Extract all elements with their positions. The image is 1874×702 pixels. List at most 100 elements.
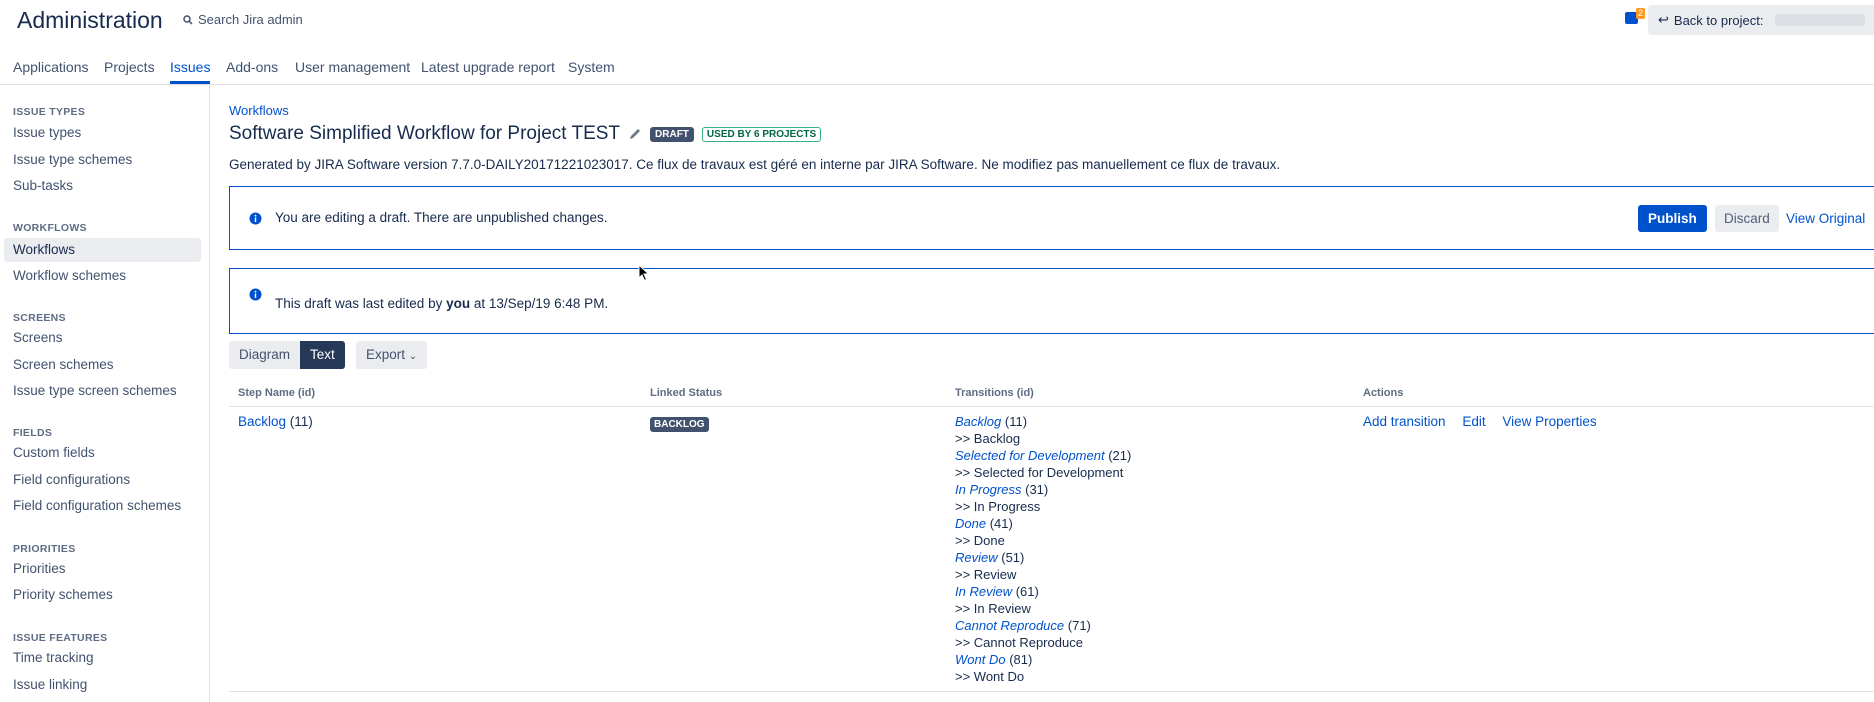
pencil-icon[interactable] [628,127,642,141]
transition-target: >> In Review [955,601,1031,616]
transition-link[interactable]: In Progress [955,482,1021,497]
draft-lozenge: DRAFT [650,126,694,142]
sidebar-heading-issue-features: ISSUE FEATURES [13,632,108,644]
sidebar-item-workflow-schemes[interactable]: Workflow schemes [4,264,201,288]
transition-item: In Review (61) [955,583,1131,600]
tab-user-management[interactable]: User management [295,59,410,81]
sidebar-item-priorities[interactable]: Priorities [4,557,201,581]
transition-id: (21) [1108,448,1132,463]
transition-link[interactable]: In Review [955,584,1012,599]
admin-sidebar: ISSUE TYPES Issue types Issue type schem… [0,85,210,702]
transition-item: Cannot Reproduce (71) [955,617,1131,634]
breadcrumb-workflows[interactable]: Workflows [229,103,289,118]
transition-link[interactable]: Review [955,550,998,565]
sidebar-heading-screens: SCREENS [13,312,66,324]
tab-system[interactable]: System [568,59,615,81]
sidebar-item-screen-schemes[interactable]: Screen schemes [4,353,201,377]
step-name-cell: Backlog (11) [238,414,313,429]
title-row: Software Simplified Workflow for Project… [229,123,822,145]
page-title: Software Simplified Workflow for Project… [229,123,621,144]
column-header-step: Step Name (id) [238,387,316,399]
sidebar-item-issue-linking[interactable]: Issue linking [4,673,201,697]
transition-item: Selected for Development (21) [955,447,1131,464]
sidebar-item-priority-schemes[interactable]: Priority schemes [4,583,201,607]
admin-top-nav: Applications Projects Issues Add-ons Use… [0,57,1874,85]
transition-target: >> Review [955,567,1017,582]
info-icon [249,212,262,225]
used-by-projects-lozenge[interactable]: USED BY 6 PROJECTS [701,126,822,142]
notifications-button[interactable]: 2 [1622,8,1646,29]
status-badge: BACKLOG [650,417,709,432]
sidebar-heading-issue-types: ISSUE TYPES [13,106,86,118]
transition-target: >> In Progress [955,499,1041,514]
workflow-description: Generated by JIRA Software version 7.7.0… [229,157,1281,172]
search-icon [183,14,193,25]
draft-notice-text: You are editing a draft. There are unpub… [275,210,608,225]
transition-id: (61) [1015,584,1039,599]
tab-applications[interactable]: Applications [13,59,89,81]
edit-step-link[interactable]: Edit [1462,414,1485,429]
search-placeholder: Search Jira admin [198,12,303,27]
sidebar-item-screens[interactable]: Screens [4,326,201,350]
sidebar-item-issue-type-screen-schemes[interactable]: Issue type screen schemes [4,379,201,403]
actions-cell: Add transition Edit View Properties [1363,414,1610,429]
transition-link[interactable]: Backlog [955,414,1001,429]
last-edited-box: This draft was last edited by you at 13/… [229,268,1874,334]
transition-id: (41) [989,516,1013,531]
export-label: Export [366,347,406,362]
transition-target: >> Backlog [955,431,1021,446]
table-header-divider [229,406,1874,407]
transition-item: In Progress (31) [955,481,1131,498]
search-admin[interactable]: Search Jira admin [183,12,303,27]
tab-projects[interactable]: Projects [104,59,155,81]
sidebar-heading-fields: FIELDS [13,427,53,439]
draft-notice-box: You are editing a draft. There are unpub… [229,186,1874,250]
sidebar-item-field-configuration-schemes[interactable]: Field configuration schemes [4,494,201,518]
notification-count: 2 [1636,8,1646,19]
text-view-button[interactable]: Text [300,341,345,369]
chevron-down-icon: ⌄ [408,351,418,362]
view-properties-link[interactable]: View Properties [1502,414,1596,429]
column-header-transitions: Transitions (id) [955,387,1034,399]
transition-link[interactable]: Selected for Development [955,448,1105,463]
mouse-cursor [638,264,650,282]
transition-item: Wont Do (81) [955,651,1131,668]
linked-status-cell: BACKLOG [650,415,709,432]
tab-add-ons[interactable]: Add-ons [226,59,278,81]
sidebar-item-issue-types[interactable]: Issue types [4,121,201,145]
back-to-project-label: Back to project: [1673,12,1764,28]
sidebar-item-workflows[interactable]: Workflows [4,238,201,262]
publish-button[interactable]: Publish [1638,205,1707,232]
project-name-redacted [1774,14,1865,26]
transition-id: (51) [1001,550,1025,565]
sidebar-item-field-configurations[interactable]: Field configurations [4,468,201,492]
back-arrow-icon: ↩ [1658,12,1669,27]
sidebar-heading-priorities: PRIORITIES [13,543,76,555]
transition-target: >> Wont Do [955,669,1025,684]
transition-target: >> Done [955,533,1005,548]
sidebar-item-time-tracking[interactable]: Time tracking [4,646,201,670]
export-dropdown[interactable]: Export ⌄ [356,341,428,369]
column-header-actions: Actions [1363,387,1404,399]
sidebar-item-custom-fields[interactable]: Custom fields [4,441,201,465]
tab-issues[interactable]: Issues [170,59,211,84]
transitions-cell: Backlog (11) >> Backlog Selected for Devel… [955,413,1131,685]
add-transition-link[interactable]: Add transition [1363,414,1446,429]
last-edited-user: you [446,296,471,311]
transition-link[interactable]: Wont Do [955,652,1006,667]
sidebar-item-issue-type-schemes[interactable]: Issue type schemes [4,148,201,172]
discard-button[interactable]: Discard [1715,205,1779,232]
diagram-view-button[interactable]: Diagram [229,341,301,369]
back-to-project-button[interactable]: ↩ Back to project: [1648,5,1874,35]
transition-target: >> Cannot Reproduce [955,635,1083,650]
header: Administration Search Jira admin 2 ↩ Bac… [0,0,1874,40]
transition-item: Backlog (11) [955,413,1131,430]
tab-latest-upgrade-report[interactable]: Latest upgrade report [421,59,555,81]
sidebar-item-sub-tasks[interactable]: Sub-tasks [4,174,201,198]
transition-link[interactable]: Cannot Reproduce [955,618,1064,633]
step-name-link[interactable]: Backlog [238,414,286,429]
transition-link[interactable]: Done [955,516,986,531]
view-original-link[interactable]: View Original [1786,205,1865,232]
transition-target: >> Selected for Development [955,465,1124,480]
transition-id: (11) [1004,414,1028,429]
